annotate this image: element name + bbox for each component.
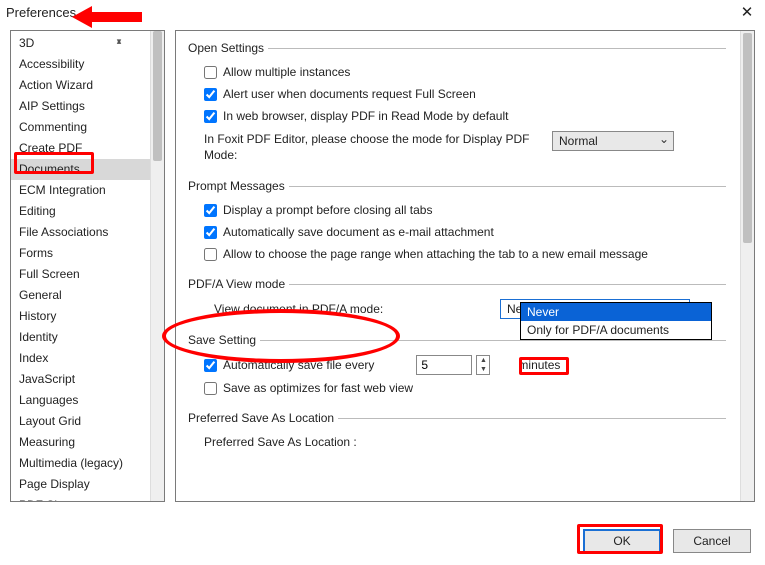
ok-button[interactable]: OK (583, 529, 661, 553)
scroll-thumb[interactable] (153, 31, 162, 161)
window-title: Preferences (6, 5, 76, 20)
sidebar-item[interactable]: Accessibility (11, 54, 150, 75)
open-settings-group: Open Settings Allow multiple instances A… (190, 41, 726, 167)
fast-web-view-checkbox[interactable] (204, 382, 217, 395)
pdfa-mode-label: View document in PDF/A mode: (204, 302, 494, 316)
save-interval-unit: minutes (518, 358, 560, 372)
group-legend: Preferred Save As Location (188, 411, 338, 425)
sidebar-item[interactable]: Multimedia (legacy) (11, 453, 150, 474)
sidebar-item[interactable]: Commenting (11, 117, 150, 138)
scroll-thumb[interactable] (743, 33, 752, 243)
display-mode-select[interactable]: Normal (552, 131, 674, 151)
sidebar-item[interactable]: Forms (11, 243, 150, 264)
sidebar-item[interactable]: Page Display (11, 474, 150, 495)
sidebar-item[interactable]: Editing (11, 201, 150, 222)
dropdown-option[interactable]: Never (521, 303, 711, 321)
sidebar-item[interactable]: ECM Integration (11, 180, 150, 201)
sidebar-item[interactable]: PDF Sign (11, 495, 150, 501)
sidebar-container: 3DAccessibilityAction WizardAIP Settings… (10, 30, 165, 502)
display-mode-text: In Foxit PDF Editor, please choose the m… (204, 131, 544, 163)
display-mode-value: Normal (559, 134, 598, 148)
sidebar-item[interactable]: AIP Settings (11, 96, 150, 117)
close-icon[interactable]: ✕ (735, 0, 759, 24)
allow-page-range-label: Allow to choose the page range when atta… (223, 247, 648, 261)
allow-multiple-label: Allow multiple instances (223, 65, 350, 79)
sidebar-item[interactable]: Index (11, 348, 150, 369)
save-interval-input[interactable] (416, 355, 472, 375)
sidebar-item[interactable]: Documents (11, 159, 150, 180)
save-interval-spinner[interactable]: ▲ ▼ (416, 355, 490, 375)
auto-save-attachment-checkbox[interactable] (204, 226, 217, 239)
group-legend: Open Settings (188, 41, 268, 55)
prompt-messages-group: Prompt Messages Display a prompt before … (190, 179, 726, 265)
pdfa-mode-dropdown[interactable]: NeverOnly for PDF/A documents (520, 302, 712, 340)
cancel-button[interactable]: Cancel (673, 529, 751, 553)
read-mode-checkbox[interactable] (204, 110, 217, 123)
save-setting-group: Save Setting Automatically save file eve… (190, 333, 726, 399)
fast-web-view-label: Save as optimizes for fast web view (223, 381, 413, 395)
group-legend: Save Setting (188, 333, 260, 347)
sidebar-item[interactable]: 3D (11, 33, 150, 54)
sidebar-item[interactable]: Action Wizard (11, 75, 150, 96)
allow-multiple-checkbox[interactable] (204, 66, 217, 79)
sidebar-item[interactable]: Identity (11, 327, 150, 348)
sidebar-item[interactable]: File Associations (11, 222, 150, 243)
prompt-close-tabs-label: Display a prompt before closing all tabs (223, 203, 432, 217)
sidebar-item[interactable]: Full Screen (11, 264, 150, 285)
sidebar-item[interactable]: Languages (11, 390, 150, 411)
titlebar: Preferences ✕ (0, 0, 765, 24)
save-location-label: Preferred Save As Location : (204, 435, 357, 449)
category-list[interactable]: 3DAccessibilityAction WizardAIP Settings… (11, 31, 150, 501)
spinner-down-icon[interactable]: ▼ (477, 365, 489, 374)
sidebar-item[interactable]: Measuring (11, 432, 150, 453)
sidebar-item[interactable]: Create PDF (11, 138, 150, 159)
sidebar-scrollbar[interactable]: ▴ ▾ (150, 31, 164, 501)
dropdown-option[interactable]: Only for PDF/A documents (521, 321, 711, 339)
read-mode-label: In web browser, display PDF in Read Mode… (223, 109, 508, 123)
alert-fullscreen-label: Alert user when documents request Full S… (223, 87, 476, 101)
auto-save-checkbox[interactable] (204, 359, 217, 372)
sidebar-item[interactable]: History (11, 306, 150, 327)
main-panel: Open Settings Allow multiple instances A… (175, 30, 755, 502)
preferred-save-location-group: Preferred Save As Location Preferred Sav… (190, 411, 726, 453)
main-scrollbar[interactable] (740, 31, 754, 501)
prompt-close-tabs-checkbox[interactable] (204, 204, 217, 217)
allow-page-range-checkbox[interactable] (204, 248, 217, 261)
alert-fullscreen-checkbox[interactable] (204, 88, 217, 101)
sidebar-item[interactable]: General (11, 285, 150, 306)
spinner-buttons[interactable]: ▲ ▼ (476, 355, 490, 375)
auto-save-attachment-label: Automatically save document as e-mail at… (223, 225, 494, 239)
sidebar-item[interactable]: JavaScript (11, 369, 150, 390)
group-legend: Prompt Messages (188, 179, 289, 193)
auto-save-label: Automatically save file every (223, 358, 374, 372)
spinner-up-icon[interactable]: ▲ (477, 356, 489, 365)
group-legend: PDF/A View mode (188, 277, 289, 291)
sidebar-item[interactable]: Layout Grid (11, 411, 150, 432)
